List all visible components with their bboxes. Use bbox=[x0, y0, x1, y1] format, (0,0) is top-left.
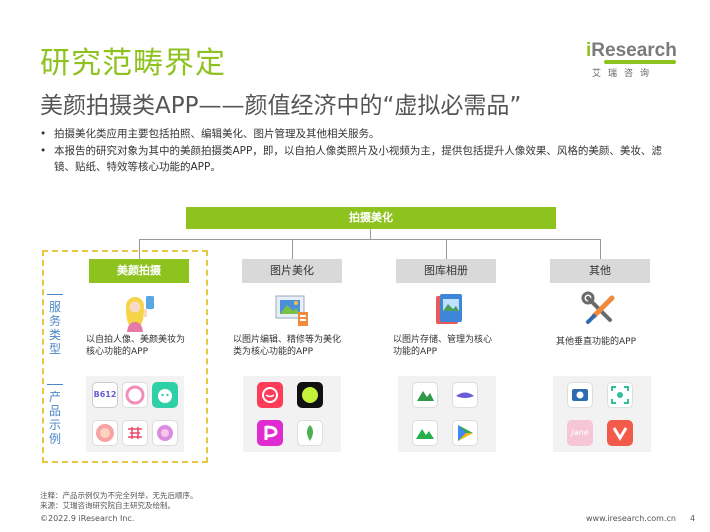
app-examples-beauty: B612 bbox=[86, 376, 184, 452]
category-description: 其他垂直功能的APP bbox=[556, 337, 637, 347]
picsart-app-icon bbox=[257, 420, 283, 446]
album-app-icon bbox=[452, 382, 478, 408]
beauty-camera-app-icon bbox=[92, 420, 118, 446]
xingtu-app-icon bbox=[297, 382, 323, 408]
photo-print-app-icon bbox=[567, 382, 593, 408]
copyright: ©2022.9 iResearch Inc. bbox=[40, 514, 135, 523]
wuta-app-icon bbox=[122, 420, 148, 446]
diagram-root: 拍摄美化 bbox=[186, 207, 556, 229]
category-description: 以自拍人像、美颜美妆为核心功能的APP bbox=[86, 335, 186, 357]
logo-brand: iResearch bbox=[586, 40, 677, 61]
connector-line bbox=[446, 239, 447, 259]
page-title: 研究范畴界定 bbox=[40, 46, 226, 81]
page-number: 4 bbox=[690, 514, 696, 523]
photos-app-icon bbox=[412, 420, 438, 446]
website-link: www.iresearch.com.cn bbox=[586, 514, 676, 523]
footnote: 注释：产品示例仅为不完全列举，无先后顺序。 来源：艾瑞咨询研究院自主研究及绘制。 bbox=[40, 491, 198, 510]
row-label-product-examples: 产品示例 bbox=[47, 384, 63, 450]
ulike-app-icon bbox=[152, 420, 178, 446]
app-examples-editing bbox=[243, 376, 341, 452]
photo-edit-icon bbox=[275, 295, 308, 326]
iresearch-logo: iResearch 艾瑞咨询 bbox=[586, 40, 682, 84]
scanner-app-icon bbox=[607, 382, 633, 408]
connector-line bbox=[292, 239, 293, 259]
category-other: 其他 bbox=[550, 259, 650, 283]
google-photos-app-icon bbox=[452, 420, 478, 446]
faceu-app-icon bbox=[152, 382, 178, 408]
intro-bullets: 拍摄美化类应用主要包括拍照、编辑美化、图片管理及其他相关服务。 本报告的研究对象… bbox=[40, 126, 680, 176]
connector-line bbox=[600, 239, 601, 259]
beautycam-app-icon bbox=[122, 382, 148, 408]
row-label-service-type: 服务类型 bbox=[47, 294, 63, 360]
b612-app-icon: B612 bbox=[92, 382, 118, 408]
jane-app-icon: Jane bbox=[567, 420, 593, 446]
bullet-item: 本报告的研究对象为其中的美颜拍摄类APP，即，以自拍人像类照片及小视频为主，提供… bbox=[40, 143, 680, 175]
bullet-item: 拍摄美化类应用主要包括拍照、编辑美化、图片管理及其他相关服务。 bbox=[40, 126, 680, 142]
logo-swoosh bbox=[604, 60, 676, 64]
category-description: 以图片编辑、精修等为美化类为核心功能的APP bbox=[233, 335, 342, 357]
selfie-girl-icon bbox=[126, 296, 154, 332]
category-description: 以图片存储、管理为核心功能的APP bbox=[393, 335, 493, 357]
category-photo-editing: 图片美化 bbox=[242, 259, 342, 283]
snapseed-app-icon bbox=[297, 420, 323, 446]
page-subtitle: 美颜拍摄类APP——颜值经济中的“虚拟必需品” bbox=[40, 93, 522, 119]
logo-chinese: 艾瑞咨询 bbox=[592, 69, 657, 79]
connector-line bbox=[370, 229, 371, 239]
gallery-app-icon bbox=[412, 382, 438, 408]
app-examples-other: Jane bbox=[553, 376, 651, 452]
photo-album-icon bbox=[436, 294, 462, 324]
category-beauty-camera: 美颜拍摄 bbox=[89, 259, 189, 283]
tools-icon bbox=[581, 291, 615, 324]
meitu-app-icon bbox=[257, 382, 283, 408]
connector-line bbox=[139, 239, 601, 240]
vue-app-icon bbox=[607, 420, 633, 446]
app-examples-gallery bbox=[398, 376, 496, 452]
category-gallery: 图库相册 bbox=[396, 259, 496, 283]
